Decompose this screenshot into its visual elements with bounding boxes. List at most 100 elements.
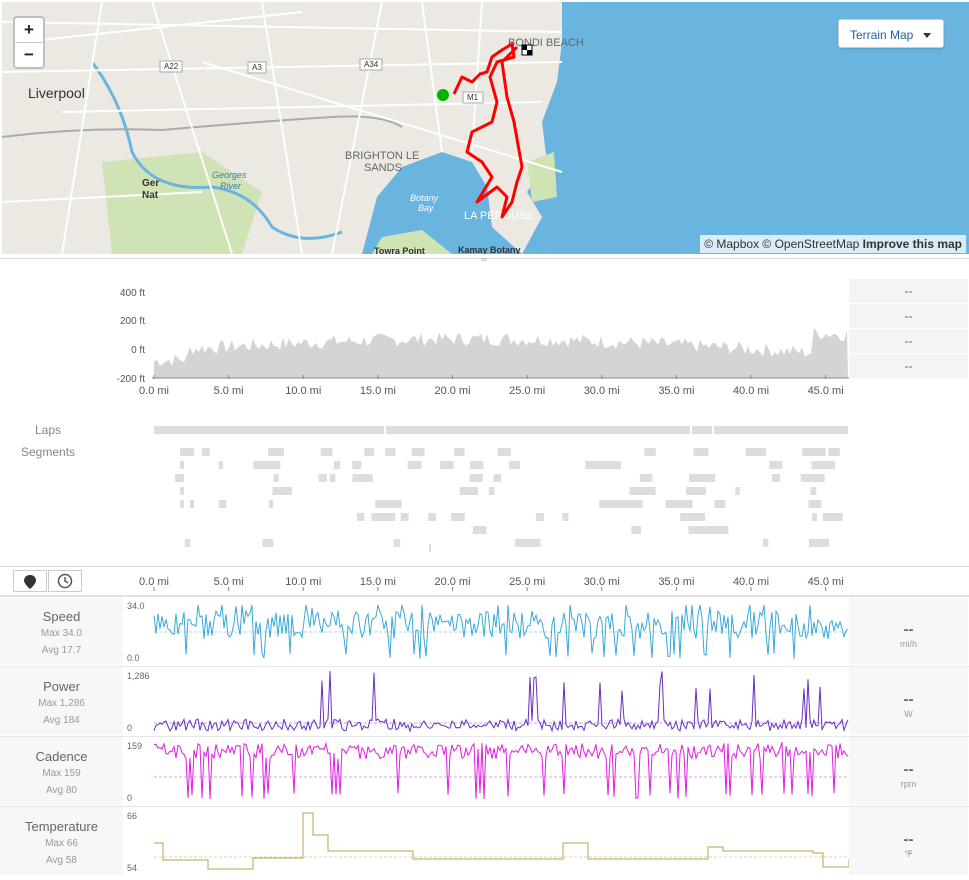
segment-bar[interactable]	[705, 526, 729, 534]
stream-chart-power[interactable]: 1,286 0	[123, 667, 849, 735]
segment-bar[interactable]	[562, 513, 569, 521]
segment-bar[interactable]	[828, 448, 840, 456]
segment-bar[interactable]	[352, 474, 373, 482]
segment-bar[interactable]	[268, 500, 274, 508]
segment-bar[interactable]	[320, 448, 333, 456]
zoom-out-button[interactable]: −	[15, 42, 43, 67]
segment-bar[interactable]	[201, 448, 210, 456]
segment-bar[interactable]	[429, 544, 431, 552]
segment-bar[interactable]	[387, 500, 402, 508]
segment-bar[interactable]	[407, 461, 422, 469]
segment-bar[interactable]	[273, 474, 279, 482]
segment-bar[interactable]	[714, 500, 726, 508]
segment-bar[interactable]	[180, 448, 184, 456]
segment-bar[interactable]	[693, 448, 709, 456]
segment-bar[interactable]	[686, 487, 706, 495]
segment-bar[interactable]	[800, 474, 811, 482]
segment-bar[interactable]	[264, 539, 272, 547]
segment-bar[interactable]	[509, 461, 520, 469]
segment-bar[interactable]	[769, 461, 783, 469]
segment-bar[interactable]	[190, 500, 195, 508]
route-map[interactable]: A22 A3 A34 M1 Liverpool BONDI BEACH BRIG…	[2, 2, 969, 254]
segment-bar[interactable]	[357, 513, 365, 521]
improve-map-link[interactable]: Improve this map	[863, 237, 962, 251]
segment-bar[interactable]	[735, 487, 740, 495]
segment-bar[interactable]	[472, 526, 487, 534]
segment-bar[interactable]	[515, 539, 541, 547]
segment-bar[interactable]	[393, 539, 401, 547]
segment-bar[interactable]	[644, 448, 656, 456]
finish-flag-icon[interactable]	[521, 44, 533, 56]
segment-bar[interactable]	[218, 500, 227, 508]
segment-bar[interactable]	[174, 474, 181, 482]
segment-bar[interactable]	[680, 513, 706, 521]
segment-bar[interactable]	[493, 474, 502, 482]
segment-bar[interactable]	[454, 448, 465, 456]
segment-bar[interactable]	[689, 474, 711, 482]
segment-bar[interactable]	[823, 461, 835, 469]
stream-row-speed[interactable]: Speed Max 34.0 Avg 17.7 -- mi/h 34.0 0.0	[0, 596, 969, 665]
segment-bar[interactable]	[709, 474, 716, 482]
segment-bar[interactable]	[631, 526, 641, 534]
segment-bar[interactable]	[459, 487, 479, 495]
stream-chart-speed[interactable]: 34.0 0.0	[123, 597, 849, 665]
attribution-text[interactable]: © Mapbox © OpenStreetMap	[704, 237, 859, 251]
segment-bar[interactable]	[270, 448, 284, 456]
elevation-chart[interactable]: 400 ft 200 ft 0 ft -200 ft 0.0 mi 5.0 mi 10.0…	[0, 262, 969, 412]
segment-bar[interactable]	[488, 487, 495, 495]
segment-bar[interactable]	[352, 461, 362, 469]
segment-bar[interactable]	[469, 474, 483, 482]
segment-bar[interactable]	[535, 513, 544, 521]
segment-bar[interactable]	[180, 487, 184, 495]
segment-bar[interactable]	[811, 461, 825, 469]
stream-row-cadence[interactable]: Cadence Max 159 Avg 80 -- rpm 159 0	[0, 736, 969, 805]
segment-bar[interactable]	[812, 513, 817, 521]
segment-bar[interactable]	[806, 448, 826, 456]
segment-bar[interactable]	[631, 500, 643, 508]
stream-row-temp[interactable]: Temperature Max 66 Avg 58 -- ℉ 66 54	[0, 806, 969, 875]
segment-bar[interactable]	[665, 500, 693, 508]
stream-row-power[interactable]: Power Max 1,286 Avg 184 -- W 1,286 0	[0, 666, 969, 735]
segment-bar[interactable]	[771, 474, 781, 482]
stream-chart-temp[interactable]: 66 54	[123, 807, 849, 875]
segment-bar[interactable]	[639, 474, 653, 482]
segment-bar[interactable]	[180, 461, 184, 469]
segment-bar[interactable]	[333, 461, 341, 469]
segment-bar[interactable]	[440, 461, 454, 469]
segment-bar[interactable]	[180, 500, 184, 508]
segment-bar[interactable]	[802, 448, 808, 456]
stream-chart-cadence[interactable]: 1590	[123, 737, 849, 805]
segment-bar[interactable]	[808, 500, 822, 508]
segment-bar[interactable]	[411, 448, 425, 456]
segment-bar[interactable]	[763, 539, 769, 547]
segment-bar[interactable]	[400, 513, 409, 521]
segment-bar[interactable]	[470, 461, 484, 469]
segment-bar[interactable]	[451, 513, 465, 521]
map-canvas[interactable]: A22 A3 A34 M1 Liverpool BONDI BEACH BRIG…	[2, 2, 969, 254]
start-marker[interactable]	[437, 89, 449, 101]
segment-bar[interactable]	[218, 461, 224, 469]
lap-bar[interactable]	[692, 426, 712, 434]
segment-bar[interactable]	[600, 461, 621, 469]
segment-bar[interactable]	[318, 474, 327, 482]
segment-bar[interactable]	[428, 513, 436, 521]
segments-bars[interactable]	[174, 448, 843, 552]
segment-bar[interactable]	[809, 539, 829, 547]
segment-bar[interactable]	[184, 539, 191, 547]
segment-bar[interactable]	[745, 448, 767, 456]
segment-bar[interactable]	[265, 461, 281, 469]
zoom-in-button[interactable]: +	[15, 18, 43, 42]
segment-bar[interactable]	[822, 513, 834, 521]
lap-bar[interactable]	[154, 426, 384, 434]
segment-bar[interactable]	[272, 487, 282, 495]
map-style-dropdown[interactable]: Terrain Map	[838, 19, 944, 48]
segment-bar[interactable]	[371, 513, 396, 521]
laps-segments-track[interactable]	[0, 420, 969, 555]
segment-bar[interactable]	[497, 448, 511, 456]
segment-bar[interactable]	[329, 474, 336, 482]
segment-bar[interactable]	[180, 474, 184, 482]
segment-bar[interactable]	[364, 448, 375, 456]
segment-bar[interactable]	[810, 487, 817, 495]
lap-bar[interactable]	[386, 426, 690, 434]
laps-bar[interactable]	[154, 426, 848, 434]
